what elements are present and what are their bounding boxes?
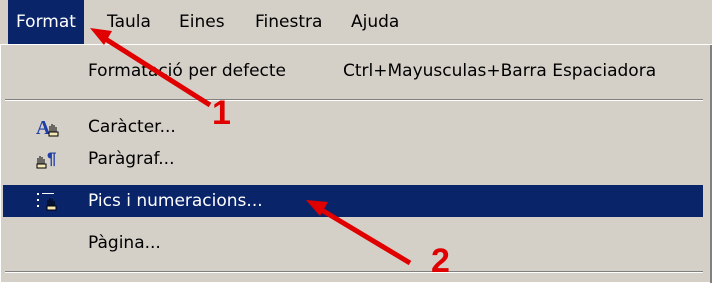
menu-format[interactable]: Format xyxy=(8,0,84,44)
menu-item-page[interactable]: Pàgina... xyxy=(3,227,703,259)
menu-item-paragraph[interactable]: ¶ Paràgraf... xyxy=(3,143,703,175)
menu-item-label: Pics i numeracions... xyxy=(88,191,263,211)
format-dropdown-menu: Formatació per defecte Ctrl+Mayusculas+B… xyxy=(0,44,712,283)
menu-finestra[interactable]: Finestra xyxy=(247,0,330,44)
menu-bar: Format Taula Eines Finestra Ajuda xyxy=(0,0,712,44)
annotation-marker-1: 1 xyxy=(212,94,231,132)
svg-text:¶: ¶ xyxy=(47,149,56,168)
menu-item-character[interactable]: A Caràcter... xyxy=(3,111,703,143)
menu-ajuda[interactable]: Ajuda xyxy=(343,0,407,44)
annotation-marker-2: 2 xyxy=(431,242,450,280)
menu-item-label: Formatació per defecte xyxy=(88,61,287,81)
menu-item-bullets-numbering[interactable]: Pics i numeracions... xyxy=(3,185,703,217)
menu-separator xyxy=(5,271,703,273)
character-icon: A xyxy=(36,116,59,139)
menu-taula[interactable]: Taula xyxy=(99,0,159,44)
menu-item-default-formatting[interactable]: Formatació per defecte Ctrl+Mayusculas+B… xyxy=(3,55,703,87)
menu-item-label: Pàgina... xyxy=(88,233,161,253)
menu-separator xyxy=(5,99,703,101)
bullets-numbering-icon xyxy=(36,190,58,212)
menu-item-shortcut: Ctrl+Mayusculas+Barra Espaciadora xyxy=(343,61,657,81)
menu-item-label: Caràcter... xyxy=(88,117,176,137)
menu-eines[interactable]: Eines xyxy=(171,0,233,44)
paragraph-icon: ¶ xyxy=(36,148,58,170)
menu-item-label: Paràgraf... xyxy=(88,149,175,169)
